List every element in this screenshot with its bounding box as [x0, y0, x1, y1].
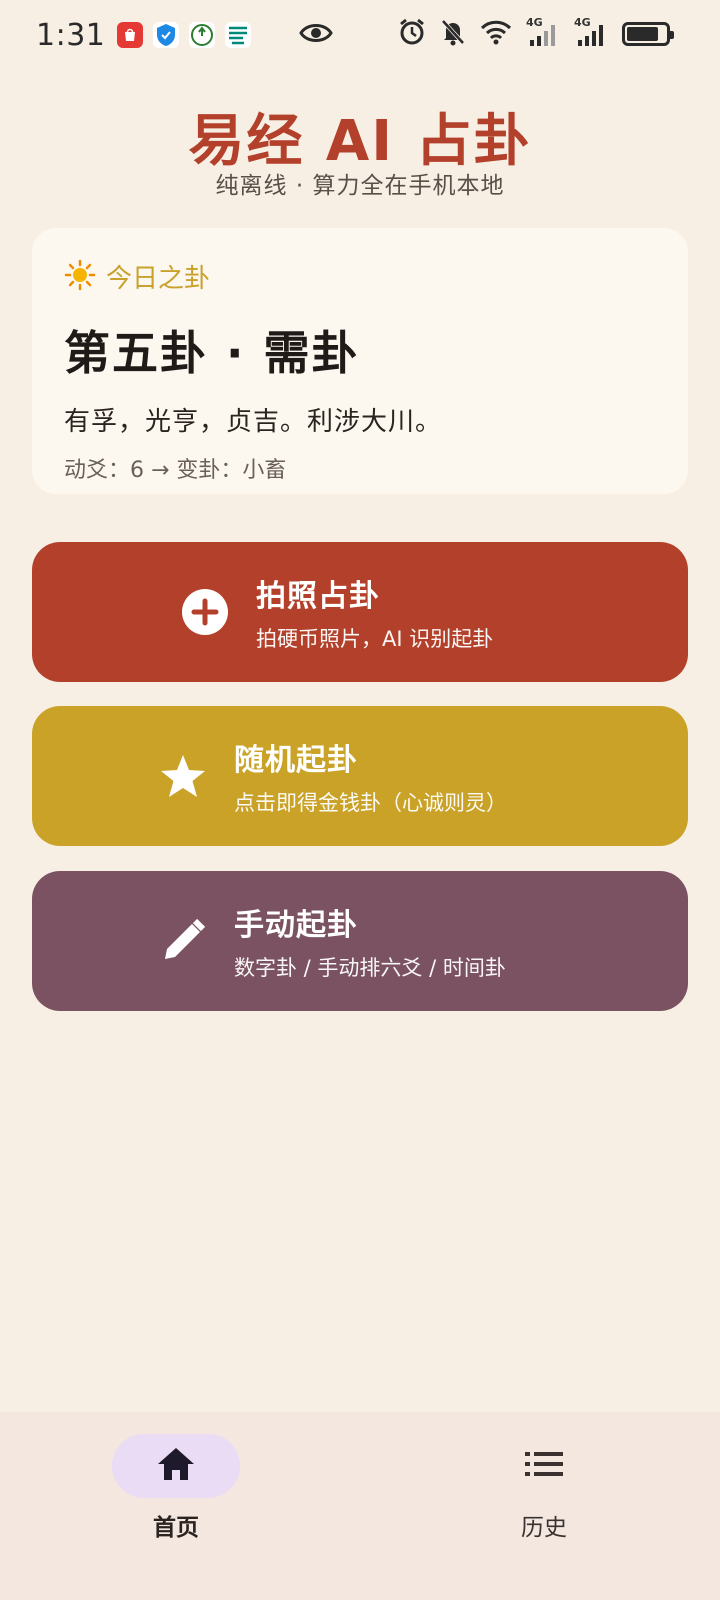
action-title: 手动起卦	[234, 908, 358, 943]
today-label: 今日之卦	[106, 264, 211, 294]
manual-divination-button[interactable]: 手动起卦 数字卦 / 手动排六爻 / 时间卦	[32, 871, 688, 1011]
action-desc: 点击即得金钱卦（心诚则灵）	[234, 791, 507, 815]
photo-divination-button[interactable]: 拍照占卦 拍硬币照片，AI 识别起卦	[32, 542, 688, 682]
wifi-icon	[480, 19, 512, 49]
bottom-navigation: 首页 历史	[0, 1412, 720, 1600]
app-title: 易经 AI 占卦	[188, 109, 532, 174]
random-divination-button[interactable]: 随机起卦 点击即得金钱卦（心诚则灵）	[32, 706, 688, 846]
action-title: 拍照占卦	[256, 579, 380, 614]
battery-icon	[622, 22, 674, 46]
bell-muted-icon	[440, 18, 466, 50]
shield-app-icon	[153, 22, 180, 48]
action-desc: 拍硬币照片，AI 识别起卦	[256, 627, 494, 651]
star-icon	[158, 751, 208, 801]
home-icon	[156, 1446, 196, 1486]
status-bar: 1:31 4G 4G	[0, 0, 720, 70]
action-desc: 数字卦 / 手动排六爻 / 时间卦	[234, 956, 506, 980]
hexagram-judgment: 有孚，光亨，贞吉。利涉大川。	[64, 407, 443, 437]
nav-item-home[interactable]: 首页	[76, 1434, 276, 1542]
nav-item-history[interactable]: 历史	[444, 1434, 644, 1542]
alarm-icon	[398, 18, 426, 50]
nav-label: 首页	[153, 1515, 199, 1541]
power-app-icon	[189, 22, 216, 48]
moving-line-info: 动爻：6 → 变卦：小畜	[64, 458, 287, 483]
app-subtitle: 纯离线 · 算力全在手机本地	[215, 173, 505, 199]
cell-signal-2: 4G	[574, 16, 608, 48]
action-title: 随机起卦	[234, 743, 358, 778]
today-hexagram-card[interactable]: 今日之卦 第五卦 · 需卦 有孚，光亨，贞吉。利涉大川。 动爻：6 → 变卦：小…	[32, 228, 688, 494]
hexagram-title: 第五卦 · 需卦	[64, 326, 360, 380]
eye-icon	[299, 21, 334, 49]
status-time: 1:31	[36, 17, 106, 53]
cell-signal-1: 4G	[526, 16, 560, 48]
plus-circle-icon	[180, 587, 230, 637]
pencil-icon	[158, 916, 208, 966]
postal-app-icon	[225, 22, 252, 48]
sun-icon	[64, 259, 96, 295]
nav-label: 历史	[521, 1515, 567, 1541]
shopping-app-icon	[117, 22, 144, 48]
list-icon	[525, 1450, 563, 1482]
